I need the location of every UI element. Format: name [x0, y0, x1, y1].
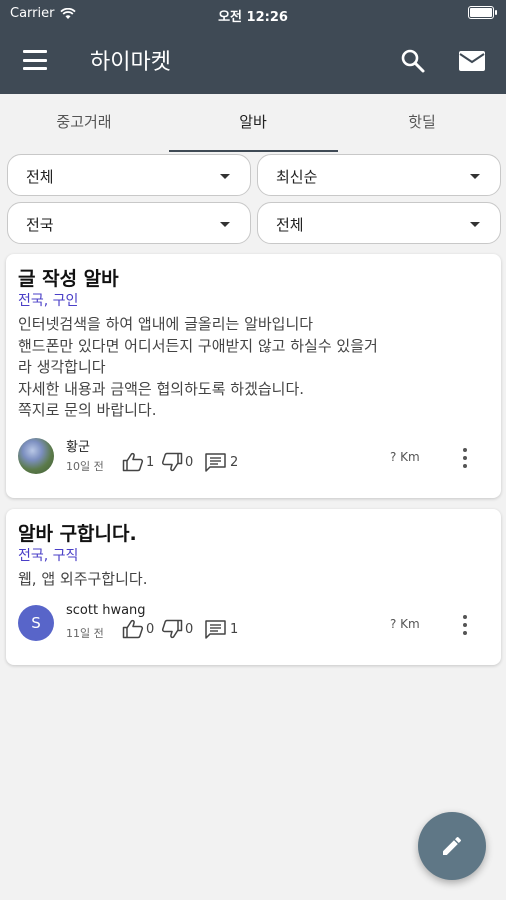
tab-indicator: [169, 150, 338, 152]
thumb-down-icon: [161, 452, 183, 472]
region-select[interactable]: 전국: [7, 202, 251, 244]
comment-icon: [205, 453, 226, 472]
type-select-value: 전체: [276, 216, 304, 234]
tab-bar: 중고거래 알바 핫딜: [0, 94, 506, 152]
post-distance: ? Km: [390, 450, 420, 464]
thumb-up-icon: [122, 619, 144, 639]
app-title: 하이마켓: [90, 50, 171, 75]
sort-select[interactable]: 최신순: [257, 154, 501, 196]
dropdown-arrow-icon: [220, 222, 230, 227]
comment-button[interactable]: 1: [204, 619, 238, 639]
comment-icon: [205, 620, 226, 639]
tab-parttime[interactable]: 알바: [169, 94, 337, 152]
post-body-line: 핸드폰만 있다면 어디서든지 구애받지 않고 하실수 있을거: [18, 336, 378, 355]
tab-used-trade[interactable]: 중고거래: [0, 94, 168, 152]
dislike-button[interactable]: 0: [161, 619, 193, 639]
sort-select-value: 최신순: [276, 168, 318, 186]
post-title: 알바 구합니다.: [18, 523, 137, 545]
comment-count: 1: [230, 621, 239, 637]
dislike-button[interactable]: 0: [161, 452, 193, 472]
more-options-icon[interactable]: [458, 613, 472, 637]
category-select[interactable]: 전체: [7, 154, 251, 196]
avatar[interactable]: [18, 438, 54, 474]
author-name: scott hwang: [66, 603, 146, 618]
post-body-line: 라 생각합니다: [18, 358, 106, 376]
like-button[interactable]: 1: [122, 452, 154, 472]
category-select-value: 전체: [26, 168, 54, 186]
status-time: 오전 12:26: [218, 10, 288, 25]
dislike-count: 0: [185, 454, 194, 470]
post-time: 10일 전: [66, 460, 104, 473]
post-time: 11일 전: [66, 627, 104, 640]
type-select[interactable]: 전체: [257, 202, 501, 244]
comment-count: 2: [230, 454, 239, 470]
dropdown-arrow-icon: [220, 174, 230, 179]
post-card[interactable]: 글 작성 알바 전국, 구인 인터넷검색을 하여 앱내에 글올리는 알바입니다 …: [6, 254, 501, 498]
post-distance: ? Km: [390, 617, 420, 631]
like-count: 0: [146, 621, 155, 637]
menu-icon[interactable]: [20, 47, 50, 73]
post-tags: 전국, 구인: [18, 293, 79, 309]
avatar[interactable]: S: [18, 605, 54, 641]
search-icon[interactable]: [398, 46, 428, 76]
post-card[interactable]: 알바 구합니다. 전국, 구직 웹, 앱 외주구합니다. S scott hwa…: [6, 509, 501, 665]
write-post-button[interactable]: [418, 812, 486, 880]
dislike-count: 0: [185, 621, 194, 637]
post-meta: S scott hwang 11일 전 0 0 1 ? Km: [18, 603, 493, 643]
post-body-line: 웹, 앱 외주구합니다.: [18, 570, 148, 588]
post-body-line: 쪽지로 문의 바랍니다.: [18, 401, 157, 419]
mail-icon[interactable]: [456, 47, 488, 75]
thumb-down-icon: [161, 619, 183, 639]
thumb-up-icon: [122, 452, 144, 472]
post-tags: 전국, 구직: [18, 548, 79, 564]
post-meta: 황군 10일 전 1 0 2 ? Km: [18, 436, 493, 476]
dropdown-arrow-icon: [470, 222, 480, 227]
region-select-value: 전국: [26, 216, 54, 234]
top-bar: Carrier 오전 12:26 하이마켓: [0, 0, 506, 94]
status-bar: Carrier 오전 12:26: [0, 0, 506, 28]
like-count: 1: [146, 454, 155, 470]
dropdown-arrow-icon: [470, 174, 480, 179]
battery-icon: [468, 6, 497, 19]
post-body-line: 인터넷검색을 하여 앱내에 글올리는 알바입니다: [18, 315, 314, 333]
like-button[interactable]: 0: [122, 619, 154, 639]
tab-hotdeal[interactable]: 핫딜: [338, 94, 506, 152]
post-title: 글 작성 알바: [18, 268, 119, 290]
app-bar: 하이마켓: [0, 28, 506, 94]
more-options-icon[interactable]: [458, 446, 472, 470]
comment-button[interactable]: 2: [204, 452, 238, 472]
post-body-line: 자세한 내용과 금액은 협의하도록 하겠습니다.: [18, 379, 305, 398]
pencil-icon: [443, 837, 461, 855]
author-name: 황군: [66, 440, 90, 455]
post-body: 웹, 앱 외주구합니다.: [18, 569, 493, 591]
post-body: 인터넷검색을 하여 앱내에 글올리는 알바입니다 핸드폰만 있다면 어디서든지 …: [18, 314, 493, 422]
